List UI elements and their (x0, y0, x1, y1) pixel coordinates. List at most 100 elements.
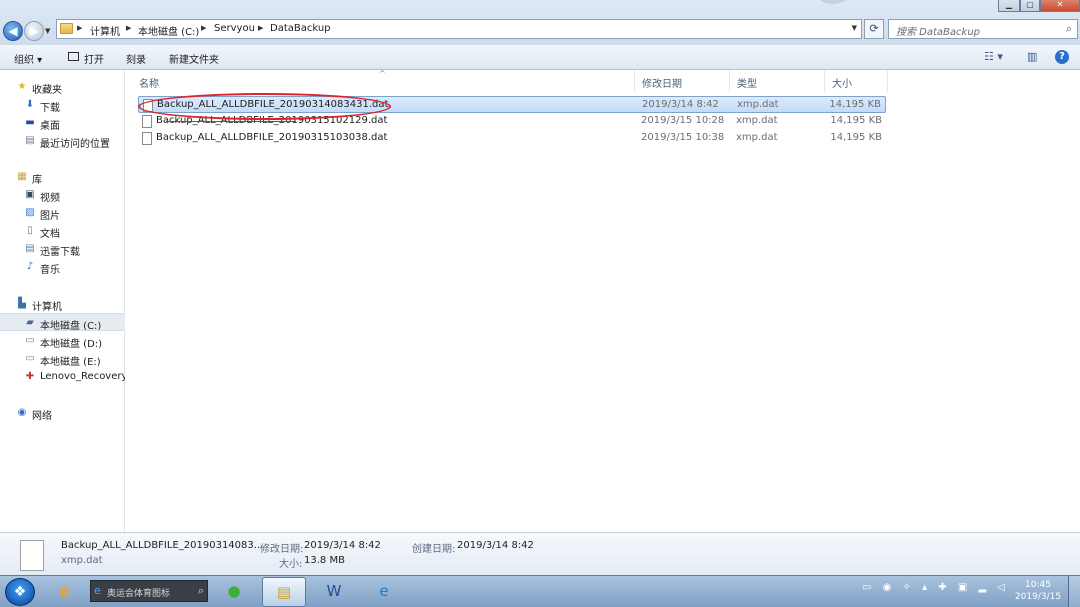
nav-item-disk-e[interactable]: ▭ 本地磁盘 (E:) (0, 350, 125, 368)
help-icon[interactable]: ? (1055, 50, 1069, 64)
back-button[interactable]: ◀ (3, 21, 23, 41)
system-drive-icon: ▰ (26, 317, 34, 328)
nav-label: 文档 (40, 229, 60, 240)
minimize-button[interactable]: ▁ (998, 0, 1020, 12)
organize-button[interactable]: 组织 ▾ (14, 51, 42, 66)
breadcrumb-servyou[interactable]: Servyou (214, 23, 255, 34)
show-desktop-button[interactable] (1068, 576, 1080, 607)
nav-computer[interactable]: ▙ 计算机 (0, 295, 125, 313)
nav-item-recovery[interactable]: ✚ Lenovo_Recovery (F:) (0, 368, 125, 386)
details-created-label: 创建日期: (412, 544, 456, 555)
column-header-type[interactable]: 类型 (730, 70, 825, 92)
nav-item-desktop[interactable]: ▬ 桌面 (0, 114, 125, 132)
chevron-right-icon[interactable]: ▶ (126, 24, 131, 32)
file-icon (142, 132, 152, 145)
nav-item-documents[interactable]: ▯ 文档 (0, 222, 125, 240)
file-icon (142, 115, 152, 128)
system-tray-icons[interactable]: ▭ ◉ ✧ ▴ ✚ ▣ ▂ ◁ (862, 582, 1009, 593)
details-size-value: 13.8 MB (304, 555, 345, 566)
taskbar-app-wechat[interactable]: ● (212, 577, 256, 607)
nav-item-disk-d[interactable]: ▭ 本地磁盘 (D:) (0, 332, 125, 350)
column-header-modified[interactable]: 修改日期 (635, 70, 730, 92)
open-button[interactable]: 打开 (84, 51, 104, 66)
drive-icon: ▭ (25, 353, 35, 364)
details-pane: Backup_ALL_ALLDBFILE_20190314083... xmp.… (0, 532, 1080, 575)
star-icon: ★ (17, 81, 27, 92)
file-size: 14,195 KB (829, 99, 881, 110)
taskbar: ❖ ◐ e 奥运会体育图标 ⌕ ● ▤ W e ▭ ◉ ✧ ▴ ✚ ▣ ▂ ◁ … (0, 575, 1080, 607)
library-icon: ▦ (17, 171, 27, 182)
taskbar-app-ie[interactable]: e (362, 577, 406, 607)
forward-button[interactable]: ▶ (24, 21, 44, 41)
network-icon: ◉ (17, 407, 27, 418)
nav-favorites[interactable]: ★ 收藏夹 (0, 78, 125, 96)
browser-icon: e (94, 584, 101, 597)
app-icon: ◐ (59, 582, 73, 600)
nav-label: 计算机 (32, 302, 62, 313)
chevron-right-icon[interactable]: ▶ (201, 24, 206, 32)
folder-icon (60, 23, 73, 34)
preview-pane-icon[interactable]: ▥ (1027, 50, 1037, 63)
search-icon: ⌕ (197, 584, 204, 597)
command-bar: 组织 ▾ 打开 刻录 新建文件夹 ☷ ▾ ▥ ? (0, 45, 1080, 70)
clock[interactable]: 10:45 2019/3/15 (1012, 579, 1064, 603)
nav-label: 图片 (40, 211, 60, 222)
start-button[interactable]: ❖ (5, 578, 35, 606)
nav-item-thunder-downloads[interactable]: ▤ 迅雷下载 (0, 240, 125, 258)
file-name: Backup_ALL_ALLDBFILE_20190315103038.dat (156, 132, 388, 143)
chevron-right-icon[interactable]: ▶ (258, 24, 263, 32)
explorer-window: ▁ ▢ ✕ ◀ ▶ ▼ ▶ 计算机 ▶ 本地磁盘 (C:) ▶ Servyou … (0, 0, 1080, 607)
search-icon[interactable]: ⌕ (1066, 22, 1072, 36)
new-folder-button[interactable]: 新建文件夹 (169, 51, 219, 66)
search-input[interactable]: 搜索 DataBackup ⌕ (888, 19, 1078, 39)
view-options-icon[interactable]: ☷ ▾ (984, 50, 1003, 63)
close-button[interactable]: ✕ (1040, 0, 1080, 12)
nav-label: 库 (32, 175, 42, 186)
recent-pages-dropdown[interactable]: ▼ (45, 27, 50, 35)
desktop-icon: ▬ (25, 117, 35, 128)
decorative-shape (818, 0, 848, 4)
nav-item-pictures[interactable]: ▨ 图片 (0, 204, 125, 222)
details-filetype: xmp.dat (61, 555, 103, 566)
column-header-size[interactable]: 大小 (825, 70, 888, 92)
nav-label: 迅雷下载 (40, 247, 80, 258)
nav-label: 下载 (40, 103, 60, 114)
breadcrumb-computer[interactable]: 计算机 (90, 23, 120, 38)
nav-item-disk-c[interactable]: ▰ 本地磁盘 (C:) (0, 313, 125, 331)
file-type: xmp.dat (736, 115, 778, 126)
annotation-stroke (166, 121, 296, 122)
file-list: ^ 名称 修改日期 类型 大小 Backup_ALL_ALLDBFILE_201… (126, 69, 1080, 532)
breadcrumb-local-disk-c[interactable]: 本地磁盘 (C:) (138, 23, 199, 38)
maximize-button[interactable]: ▢ (1020, 0, 1040, 12)
taskbar-app-explorer[interactable]: ▤ (262, 577, 306, 607)
taskbar-app-word[interactable]: W (312, 577, 356, 607)
address-field[interactable]: ▶ 计算机 ▶ 本地磁盘 (C:) ▶ Servyou ▶ DataBackup… (56, 19, 862, 39)
nav-label: 本地磁盘 (E:) (40, 357, 101, 368)
breadcrumb-databackup[interactable]: DataBackup (270, 23, 331, 34)
details-filename: Backup_ALL_ALLDBFILE_20190314083... (61, 540, 264, 551)
file-row[interactable]: Backup_ALL_ALLDBFILE_20190315103038.dat … (138, 130, 886, 147)
file-modified: 2019/3/14 8:42 (642, 99, 719, 110)
address-dropdown-icon[interactable]: ▼ (852, 24, 857, 32)
burn-button[interactable]: 刻录 (126, 51, 146, 66)
nav-libraries[interactable]: ▦ 库 (0, 168, 125, 186)
taskbar-search-box[interactable]: e 奥运会体育图标 ⌕ (90, 580, 208, 602)
address-bar-area: ▁ ▢ ✕ ◀ ▶ ▼ ▶ 计算机 ▶ 本地磁盘 (C:) ▶ Servyou … (0, 0, 1080, 45)
file-icon (20, 540, 44, 571)
nav-network[interactable]: ◉ 网络 (0, 404, 125, 422)
refresh-button[interactable]: ⟳ (864, 19, 884, 39)
taskbar-app-colorful[interactable]: ◐ (44, 577, 88, 607)
file-modified: 2019/3/15 10:28 (641, 115, 725, 126)
column-label: 修改日期 (642, 79, 682, 90)
column-header-name[interactable]: 名称 (132, 70, 635, 92)
file-modified: 2019/3/15 10:38 (641, 132, 725, 143)
recent-places-icon: ▤ (25, 135, 35, 146)
recovery-drive-icon: ✚ (25, 371, 35, 382)
nav-item-downloads[interactable]: ⬇ 下载 (0, 96, 125, 114)
nav-label: 本地磁盘 (D:) (40, 339, 103, 350)
nav-item-videos[interactable]: ▣ 视频 (0, 186, 125, 204)
clock-time: 10:45 (1025, 580, 1051, 590)
nav-item-recent[interactable]: ▤ 最近访问的位置 (0, 132, 125, 150)
chevron-right-icon[interactable]: ▶ (77, 24, 82, 32)
nav-item-music[interactable]: ♪ 音乐 (0, 258, 125, 276)
